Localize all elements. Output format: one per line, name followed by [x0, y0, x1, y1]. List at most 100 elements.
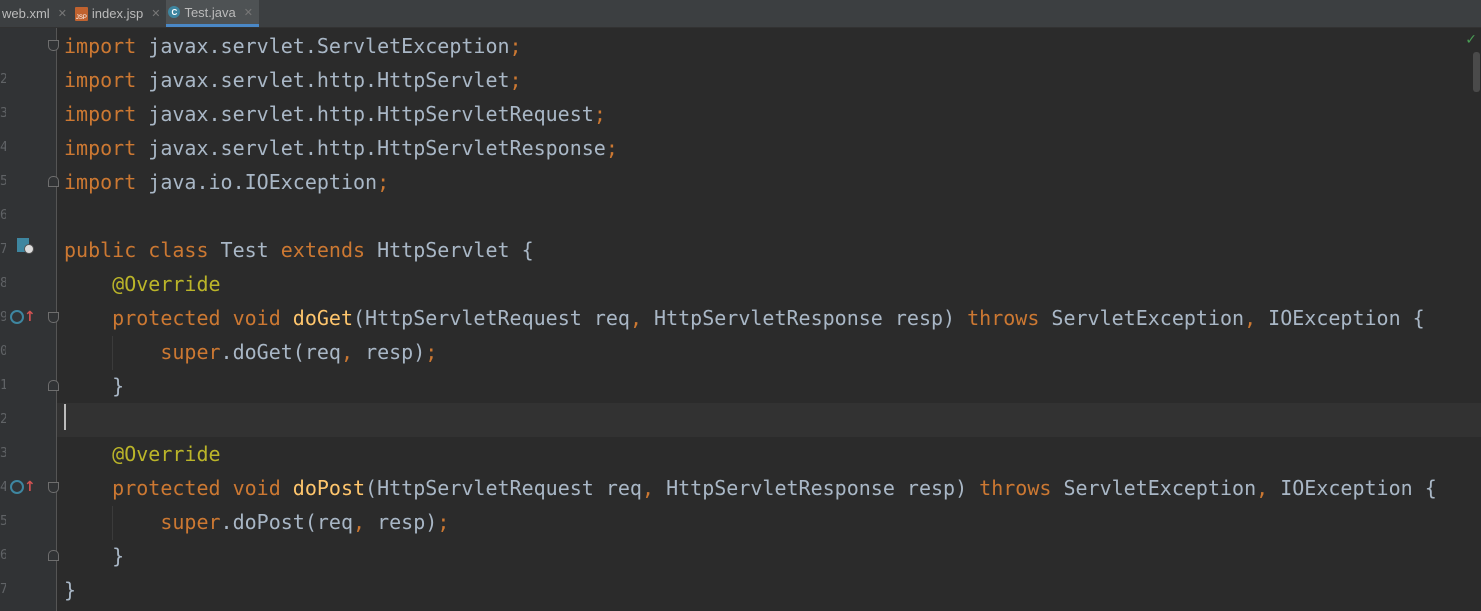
- code-token: (HttpServletRequest req: [365, 476, 642, 500]
- override-method-icon[interactable]: ↑: [10, 309, 36, 325]
- code-line[interactable]: protected void doGet(HttpServletRequest …: [57, 301, 1481, 335]
- code-line[interactable]: [57, 403, 1481, 437]
- code-token: throws: [967, 306, 1052, 330]
- code-token: javax.servlet.http.HttpServletRequest: [136, 102, 594, 126]
- code-text: super.doGet(req, resp);: [64, 335, 437, 369]
- code-token: ;: [377, 170, 390, 194]
- line-number: 5: [0, 174, 6, 189]
- code-token: ,: [1256, 476, 1281, 500]
- line-number: 5: [0, 514, 6, 529]
- code-line[interactable]: import javax.servlet.http.HttpServletReq…: [57, 97, 1481, 131]
- code-line[interactable]: public class Test extends HttpServlet {: [57, 233, 1481, 267]
- code-line[interactable]: import javax.servlet.ServletException;: [57, 29, 1481, 63]
- code-text: @Override: [64, 437, 221, 471]
- code-line[interactable]: import javax.servlet.http.HttpServlet;: [57, 63, 1481, 97]
- line-number: 4: [0, 140, 6, 155]
- code-line[interactable]: import javax.servlet.http.HttpServletRes…: [57, 131, 1481, 165]
- tab-web-xml[interactable]: web.xml ✕: [0, 0, 73, 27]
- jsp-file-icon: JSP: [74, 6, 88, 21]
- indent-guide: [112, 336, 113, 370]
- scrollbar-thumb[interactable]: [1473, 52, 1480, 92]
- code-token: protected void: [64, 306, 293, 330]
- code-token: import: [64, 102, 137, 126]
- code-token: ;: [605, 136, 618, 160]
- code-token: }: [64, 374, 125, 398]
- check-icon: ✓: [1465, 32, 1477, 48]
- code-token: ;: [509, 34, 522, 58]
- code-token: ,: [353, 510, 378, 534]
- code-token: ;: [425, 340, 438, 364]
- code-editor[interactable]: import javax.servlet.ServletException; im…: [57, 28, 1481, 611]
- editor-gutter[interactable]: ↑ ↑ 2 3 4 5 6 7 8 9 0 1 2 3 4 5 6 7: [0, 28, 59, 611]
- code-line[interactable]: @Override: [57, 267, 1481, 301]
- code-token: javax.servlet.ServletException: [136, 34, 510, 58]
- indent-guide: [112, 506, 113, 540]
- line-number: [0, 29, 6, 63]
- tab-test-java[interactable]: C Test.java ✕: [166, 0, 259, 27]
- code-line[interactable]: import java.io.IOException;: [57, 165, 1481, 199]
- code-token: import: [64, 68, 137, 92]
- line-number: 8: [0, 276, 6, 291]
- code-token: resp): [377, 510, 438, 534]
- line-number: 6: [0, 208, 6, 223]
- code-text: import javax.servlet.http.HttpServletReq…: [64, 97, 606, 131]
- code-token: import: [64, 34, 137, 58]
- code-token: IOException {: [1280, 476, 1437, 500]
- tab-label: index.jsp: [91, 6, 144, 21]
- line-number: 2: [0, 412, 6, 427]
- code-text: import javax.servlet.http.HttpServlet;: [64, 63, 522, 97]
- code-token: throws: [979, 476, 1064, 500]
- close-icon[interactable]: ✕: [58, 7, 67, 20]
- code-text: protected void doPost(HttpServletRequest…: [64, 471, 1437, 505]
- line-number: 3: [0, 106, 6, 121]
- close-icon[interactable]: ✕: [151, 7, 160, 20]
- line-number: 9: [0, 310, 6, 325]
- code-token: ,: [641, 476, 667, 500]
- code-text: }: [64, 539, 124, 573]
- line-number: 7: [0, 242, 6, 257]
- servlet-class-icon[interactable]: [17, 238, 34, 254]
- code-line[interactable]: super.doPost(req, resp);: [57, 505, 1481, 539]
- code-token: ;: [437, 510, 450, 534]
- code-text: @Override: [64, 267, 220, 301]
- circle-icon: [10, 310, 24, 324]
- code-text: import java.io.IOException;: [64, 165, 389, 199]
- code-token: HttpServlet {: [377, 238, 534, 262]
- code-line[interactable]: }: [57, 369, 1481, 403]
- code-token: ;: [593, 102, 606, 126]
- code-line[interactable]: @Override: [57, 437, 1481, 471]
- tab-label: web.xml: [2, 6, 50, 21]
- code-token: Test: [220, 238, 281, 262]
- tab-index-jsp[interactable]: JSP index.jsp ✕: [73, 0, 167, 27]
- code-text: }: [64, 369, 124, 403]
- code-text: import javax.servlet.ServletException;: [64, 29, 522, 63]
- arrow-up-icon: ↑: [24, 309, 36, 325]
- code-token: ,: [1244, 306, 1269, 330]
- text-caret: [64, 404, 66, 430]
- code-line[interactable]: }: [57, 539, 1481, 573]
- code-token: (HttpServletRequest req: [353, 306, 630, 330]
- code-line[interactable]: [57, 199, 1481, 233]
- code-line[interactable]: protected void doPost(HttpServletRequest…: [57, 471, 1481, 505]
- line-number: 7: [0, 582, 6, 597]
- override-method-icon[interactable]: ↑: [10, 479, 36, 495]
- code-token: javax.servlet.http.HttpServlet: [136, 68, 510, 92]
- line-number: 1: [0, 378, 6, 393]
- code-text: import javax.servlet.http.HttpServletRes…: [64, 131, 618, 165]
- code-line[interactable]: }: [57, 573, 1481, 607]
- close-icon[interactable]: ✕: [244, 6, 253, 19]
- code-token: .doGet(req: [220, 340, 341, 364]
- code-token: .doPost(req: [220, 510, 353, 534]
- code-text: }: [64, 573, 76, 607]
- code-text: protected void doGet(HttpServletRequest …: [64, 301, 1425, 335]
- code-token: @Override: [64, 442, 221, 466]
- code-token: ,: [340, 340, 366, 364]
- code-token: javax.servlet.http.HttpServletResponse: [136, 136, 606, 160]
- code-token: import: [64, 170, 137, 194]
- circle-icon: [10, 480, 24, 494]
- editor-tab-bar: web.xml ✕ JSP index.jsp ✕ C Test.java ✕: [0, 0, 1481, 28]
- code-token: java.io.IOException: [136, 170, 378, 194]
- code-line[interactable]: super.doGet(req, resp);: [57, 335, 1481, 369]
- code-token: doGet: [292, 306, 353, 330]
- code-token: super: [64, 340, 221, 364]
